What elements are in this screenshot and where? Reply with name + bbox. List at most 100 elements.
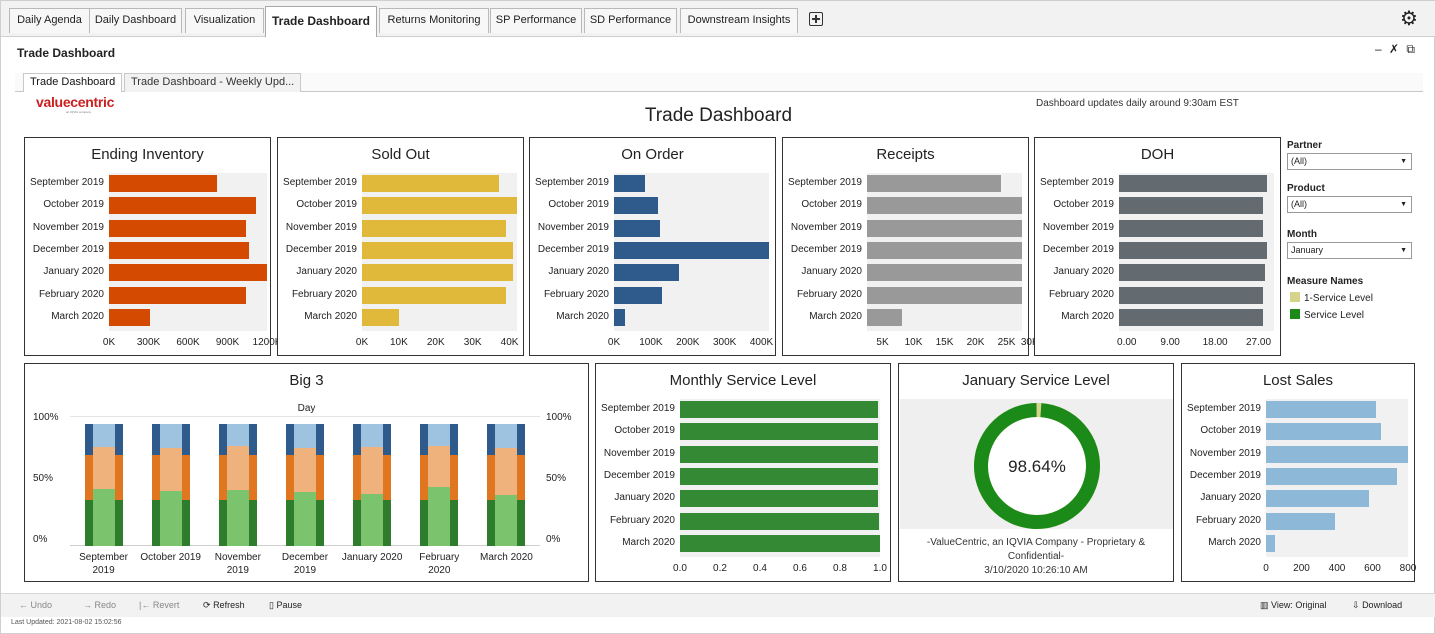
legend-label: 1-Service Level bbox=[1304, 293, 1373, 304]
stacked-bar-inner-segment bbox=[226, 424, 249, 446]
category-label: October 2019 bbox=[548, 199, 609, 211]
chevron-down-icon: ▼ bbox=[1400, 247, 1407, 254]
gears-icon[interactable]: ⚙ bbox=[1400, 7, 1418, 31]
axis-tick-label: 300K bbox=[136, 337, 161, 348]
tab-visualization[interactable]: Visualization bbox=[185, 8, 264, 33]
bar bbox=[1266, 490, 1369, 508]
donut-chart: 98.64% bbox=[974, 403, 1100, 529]
axis-tick-label: 900K bbox=[215, 337, 240, 348]
bar bbox=[867, 264, 1022, 282]
view-original-button[interactable]: ▥ View: Original bbox=[1260, 598, 1326, 612]
category-label: February 2020 bbox=[796, 288, 862, 300]
panel-title: On Order bbox=[621, 146, 684, 163]
tab-returns-monitoring[interactable]: Returns Monitoring bbox=[379, 8, 489, 33]
stacked-bar-inner-segment bbox=[159, 491, 182, 546]
stacked-bar-inner-segment bbox=[495, 448, 518, 495]
category-label: October 2019 bbox=[1200, 425, 1261, 437]
bar bbox=[867, 286, 1022, 304]
category-label: February 2020 bbox=[38, 288, 104, 300]
tab-sp-performance[interactable]: SP Performance bbox=[490, 8, 582, 33]
product-select[interactable]: (All) ▼ bbox=[1287, 196, 1412, 213]
bar bbox=[1119, 219, 1263, 237]
donut-center-label: 98.64% bbox=[1008, 457, 1066, 476]
bar bbox=[867, 241, 1022, 259]
bar bbox=[1119, 264, 1265, 282]
update-note: Dashboard updates daily around 9:30am ES… bbox=[1036, 98, 1239, 109]
undo-label: Undo bbox=[30, 600, 53, 610]
category-label: September 2019 bbox=[788, 177, 862, 188]
legend-1-service-level[interactable]: 1-Service Level bbox=[1290, 292, 1373, 304]
axis-tick-label: 200K bbox=[676, 337, 700, 348]
axis-tick-label: 200 bbox=[1293, 563, 1310, 574]
month-select[interactable]: January ▼ bbox=[1287, 242, 1412, 259]
tab-daily-dashboard[interactable]: Daily Dashboard bbox=[89, 8, 182, 33]
window-controls[interactable]: – ✗ ⧉ bbox=[1375, 42, 1417, 57]
subtab-weekly-update[interactable]: Trade Dashboard - Weekly Upd... bbox=[124, 73, 302, 92]
category-label: November 2019 bbox=[1189, 447, 1261, 459]
axis-tick-label: 100K bbox=[639, 337, 663, 348]
redo-button[interactable]: → Redo bbox=[83, 598, 116, 612]
bar bbox=[680, 512, 879, 530]
bar bbox=[1119, 308, 1263, 326]
axis-tick-label: 300K bbox=[712, 337, 737, 348]
category-label: December 2019 bbox=[790, 243, 862, 255]
app-window: Daily Agenda Daily Dashboard Visualizati… bbox=[0, 0, 1435, 634]
bar bbox=[1266, 534, 1275, 552]
bar bbox=[614, 241, 769, 259]
refresh-icon: ⟳ bbox=[203, 600, 211, 610]
category-label: September 2019 bbox=[1187, 403, 1261, 414]
partner-select[interactable]: (All) ▼ bbox=[1287, 153, 1412, 170]
pause-label: Pause bbox=[276, 600, 302, 610]
bar bbox=[1119, 197, 1263, 215]
bar bbox=[867, 219, 1022, 237]
bar bbox=[680, 467, 878, 485]
stacked-bar-inner-segment bbox=[159, 448, 182, 492]
panel-title: January Service Level bbox=[962, 372, 1110, 389]
axis-tick-label: 800 bbox=[1399, 563, 1417, 574]
legend-swatch bbox=[1290, 309, 1300, 319]
panel-sold-out: Sold Out September 2019 October 2019 Novem… bbox=[277, 137, 524, 356]
panel-title: DOH bbox=[1140, 146, 1175, 163]
axis-tick-label: 0% bbox=[33, 534, 48, 545]
pause-button[interactable]: ▯ Pause bbox=[269, 598, 302, 612]
select-value: (All) bbox=[1291, 156, 1307, 166]
tab-sd-performance[interactable]: SD Performance bbox=[584, 8, 677, 33]
category-label: October 2019 bbox=[801, 199, 862, 211]
category-label: December 2019 bbox=[1189, 469, 1261, 481]
undo-button[interactable]: ← Undo bbox=[19, 598, 52, 612]
tab-trade-dashboard[interactable]: Trade Dashboard bbox=[265, 6, 377, 37]
tab-daily-agenda[interactable]: Daily Agenda bbox=[9, 8, 90, 33]
bar bbox=[614, 264, 679, 282]
refresh-button[interactable]: ⟳ Refresh bbox=[203, 598, 245, 612]
pause-icon: ▯ bbox=[269, 600, 274, 610]
axis-tick-label: 15K bbox=[935, 337, 954, 348]
bar bbox=[867, 197, 1022, 215]
chevron-down-icon: ▼ bbox=[1400, 201, 1407, 208]
revert-button[interactable]: |← Revert bbox=[139, 598, 179, 612]
chevron-down-icon: ▼ bbox=[1400, 158, 1407, 165]
category-label: November 2019 bbox=[603, 447, 675, 459]
bar bbox=[614, 175, 646, 192]
select-value: January bbox=[1291, 245, 1324, 255]
download-button[interactable]: ⇩ Download bbox=[1352, 598, 1402, 612]
category-label: January 2020 bbox=[296, 266, 357, 278]
legend-service-level[interactable]: Service Level bbox=[1290, 309, 1364, 321]
download-label: Download bbox=[1362, 600, 1403, 610]
month-filter-label: Month bbox=[1287, 229, 1317, 240]
select-value: (All) bbox=[1291, 199, 1307, 209]
plus-square-icon[interactable] bbox=[809, 12, 823, 26]
bar bbox=[1266, 467, 1398, 485]
legend-swatch bbox=[1290, 292, 1300, 302]
bar bbox=[109, 241, 249, 259]
subtab-trade-dashboard[interactable]: Trade Dashboard bbox=[23, 73, 123, 92]
category-label: December 2019 bbox=[537, 243, 609, 255]
bar bbox=[614, 286, 662, 304]
stacked-bar-inner-segment bbox=[428, 445, 451, 488]
bar bbox=[109, 219, 246, 237]
bar bbox=[1119, 241, 1267, 259]
stacked-bar-inner-segment bbox=[294, 492, 316, 546]
category-label: December 2019 bbox=[32, 243, 104, 255]
tab-downstream-insights[interactable]: Downstream Insights bbox=[680, 8, 798, 33]
category-label: March 2020 bbox=[1208, 536, 1261, 548]
axis-tick-label: 0.00 bbox=[1117, 337, 1137, 348]
